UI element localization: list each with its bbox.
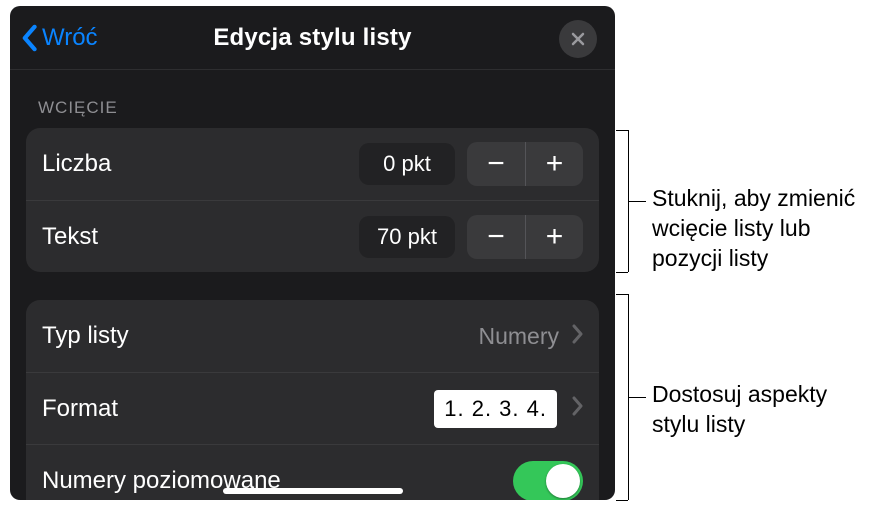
back-button[interactable]: Wróć [20, 6, 98, 69]
chevron-right-icon [571, 324, 583, 349]
chevron-right-icon [571, 396, 583, 421]
indent-text-increment[interactable]: + [525, 215, 583, 259]
indent-text-stepper: − + [467, 215, 583, 259]
list-format-label: Format [42, 395, 118, 423]
edit-list-style-panel: Wróć Edycja stylu listy WCIĘCIE Liczba 0… [10, 6, 615, 500]
callout-text-style: Dostosuj aspekty stylu listy [652, 380, 852, 440]
toggle-knob [546, 464, 580, 498]
indent-number-row: Liczba 0 pkt − + [26, 128, 599, 200]
indent-text-label: Tekst [42, 223, 98, 251]
callout-leader [628, 201, 646, 202]
list-format-value: 1. 2. 3. 4. [434, 390, 557, 428]
indent-group: Liczba 0 pkt − + Tekst 70 pkt − + [26, 128, 599, 272]
close-button[interactable] [559, 20, 597, 58]
section-label-indent: WCIĘCIE [10, 70, 615, 128]
indent-number-decrement[interactable]: − [467, 142, 525, 186]
indent-number-label: Liczba [42, 150, 111, 178]
list-type-value: Numery [478, 323, 559, 350]
callout-text-indent: Stuknij, aby zmienić wcięcie listy lub p… [652, 184, 862, 274]
list-type-row[interactable]: Typ listy Numery [26, 300, 599, 372]
chevron-left-icon [20, 24, 38, 52]
list-type-label: Typ listy [42, 322, 129, 350]
panel-title: Edycja stylu listy [213, 24, 411, 52]
indent-number-stepper: − + [467, 142, 583, 186]
callout-leader [628, 397, 646, 398]
home-indicator [223, 488, 403, 494]
indent-text-decrement[interactable]: − [467, 215, 525, 259]
callout-bracket [616, 130, 628, 131]
list-format-row[interactable]: Format 1. 2. 3. 4. [26, 372, 599, 444]
callout-bracket [616, 500, 628, 501]
panel-header: Wróć Edycja stylu listy [10, 6, 615, 70]
callout-bracket [616, 272, 628, 273]
indent-number-value[interactable]: 0 pkt [359, 143, 455, 185]
indent-text-value[interactable]: 70 pkt [359, 216, 455, 258]
tiered-numbers-toggle[interactable] [513, 461, 583, 501]
indent-text-row: Tekst 70 pkt − + [26, 200, 599, 272]
indent-number-increment[interactable]: + [525, 142, 583, 186]
callout-bracket [616, 294, 628, 295]
close-icon [570, 31, 586, 47]
back-label: Wróć [42, 24, 98, 52]
list-style-group: Typ listy Numery Format 1. 2. 3. 4. Nume… [26, 300, 599, 500]
